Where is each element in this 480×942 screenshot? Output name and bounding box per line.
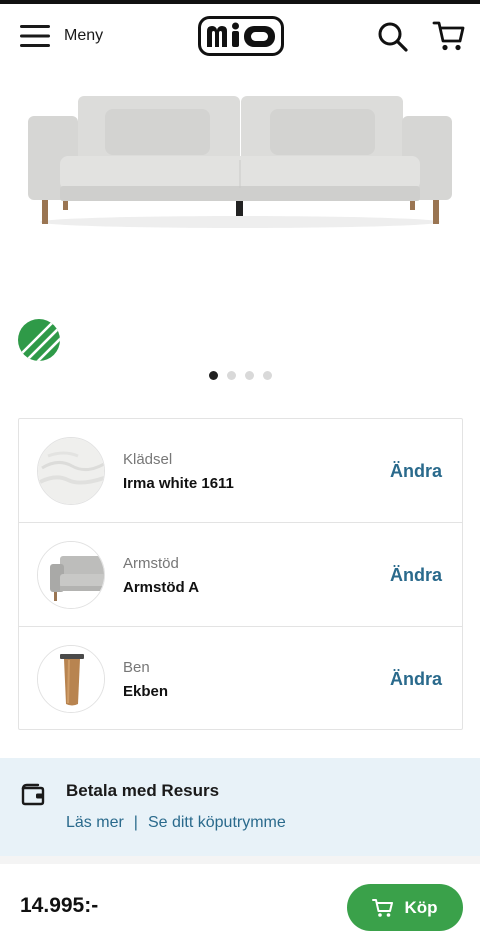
option-legs[interactable]: Ben Ekben Ändra [19, 627, 462, 731]
fabric-swatch-thumbnail [37, 437, 105, 505]
product-price: 14.995:- [20, 894, 99, 917]
carousel-indicator [0, 371, 480, 380]
buy-button-label: Köp [404, 897, 438, 917]
cart-icon [372, 898, 394, 917]
purchase-bar: 14.995:- Köp [0, 864, 480, 942]
carousel-dot[interactable] [244, 371, 254, 380]
hamburger-icon [20, 25, 50, 47]
menu-button[interactable]: Meny [20, 20, 103, 52]
change-armrest-link[interactable]: Ändra [390, 565, 442, 586]
armrest-thumbnail [37, 541, 105, 609]
credit-limit-link[interactable]: Se ditt köputrymme [148, 814, 286, 832]
payment-banner: Betala med Resurs Läs mer | Se ditt köpu… [0, 758, 480, 856]
option-kicker: Klädsel [123, 451, 173, 468]
payment-title: Betala med Resurs [66, 781, 220, 800]
link-separator: | [133, 814, 138, 831]
change-legs-link[interactable]: Ändra [390, 669, 442, 690]
site-header: Meny [0, 4, 480, 68]
ecolabel-icon [18, 319, 60, 361]
carousel-dot[interactable] [226, 371, 236, 380]
option-value: Ekben [123, 683, 169, 700]
read-more-link[interactable]: Läs mer [66, 814, 124, 832]
buy-button[interactable]: Köp [347, 884, 463, 931]
option-value: Irma white 1611 [123, 475, 234, 492]
section-divider [0, 856, 480, 864]
option-kicker: Armstöd [123, 555, 179, 572]
option-kicker: Ben [123, 659, 150, 676]
option-upholstery[interactable]: Klädsel Irma white 1611 Ändra [19, 419, 462, 523]
search-icon[interactable] [377, 21, 409, 53]
option-value: Armstöd A [123, 579, 200, 596]
cart-icon[interactable] [432, 19, 466, 53]
wallet-icon [21, 783, 45, 806]
payment-links: Läs mer | Se ditt köputrymme [66, 814, 286, 832]
option-armrest[interactable]: Armstöd Armstöd A Ändra [19, 523, 462, 627]
menu-label: Meny [64, 27, 104, 44]
product-options: Klädsel Irma white 1611 Ändra Armstöd Ar… [18, 418, 463, 730]
change-upholstery-link[interactable]: Ändra [390, 461, 442, 482]
mio-logo[interactable] [198, 16, 284, 56]
carousel-dot[interactable] [208, 371, 218, 380]
product-image-sofa[interactable] [0, 80, 480, 250]
carousel-dot[interactable] [262, 371, 272, 380]
wooden-leg-thumbnail [37, 645, 105, 713]
